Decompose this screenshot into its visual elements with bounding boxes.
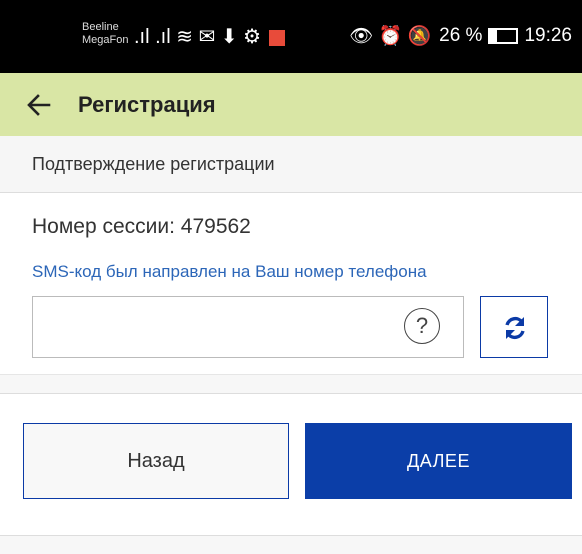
page-title: Регистрация (78, 92, 216, 117)
divider (0, 374, 582, 394)
status-icons-left: .ıl .ıl ≋ ✉ ⬇ ⚙ (134, 24, 285, 49)
status-left-icons-text: .ıl .ıl ≋ ✉ ⬇ ⚙ (134, 26, 262, 48)
status-time: 19:26 (524, 25, 572, 46)
sms-code-input[interactable] (32, 296, 464, 358)
bottom-divider (0, 535, 582, 554)
app-bar: Регистрация (0, 73, 582, 136)
refresh-code-button[interactable] (480, 296, 548, 358)
back-button[interactable]: Назад (23, 423, 289, 499)
battery-icon (488, 28, 519, 44)
battery-percent: 26 % (439, 25, 483, 46)
session-number: Номер сессии: 479562 (32, 215, 251, 238)
section-header: Подтверждение регистрации (0, 136, 582, 193)
status-icons-right: 👁 ⏰ 🔕 26 % 19:26 (349, 24, 572, 48)
carrier-names: Beeline MegaFon (82, 21, 128, 47)
next-button[interactable]: ДАЛЕЕ (305, 423, 572, 499)
refresh-icon (505, 316, 525, 340)
help-icon[interactable]: ? (404, 308, 440, 344)
carrier-1: Beeline (82, 21, 119, 33)
section-title: Подтверждение регистрации (32, 154, 275, 174)
carrier-2: MegaFon (82, 34, 129, 46)
arrow-left-icon[interactable] (24, 90, 54, 120)
notification-icon (268, 29, 285, 46)
status-bar: Beeline MegaFon .ıl .ıl ≋ ✉ ⬇ ⚙ 👁 ⏰ 🔕 26… (0, 0, 582, 73)
sms-info-text: SMS-код был направлен на Ваш номер телеф… (32, 262, 427, 281)
status-right-icons: 👁 ⏰ 🔕 (349, 26, 432, 47)
battery-fill (490, 30, 498, 42)
